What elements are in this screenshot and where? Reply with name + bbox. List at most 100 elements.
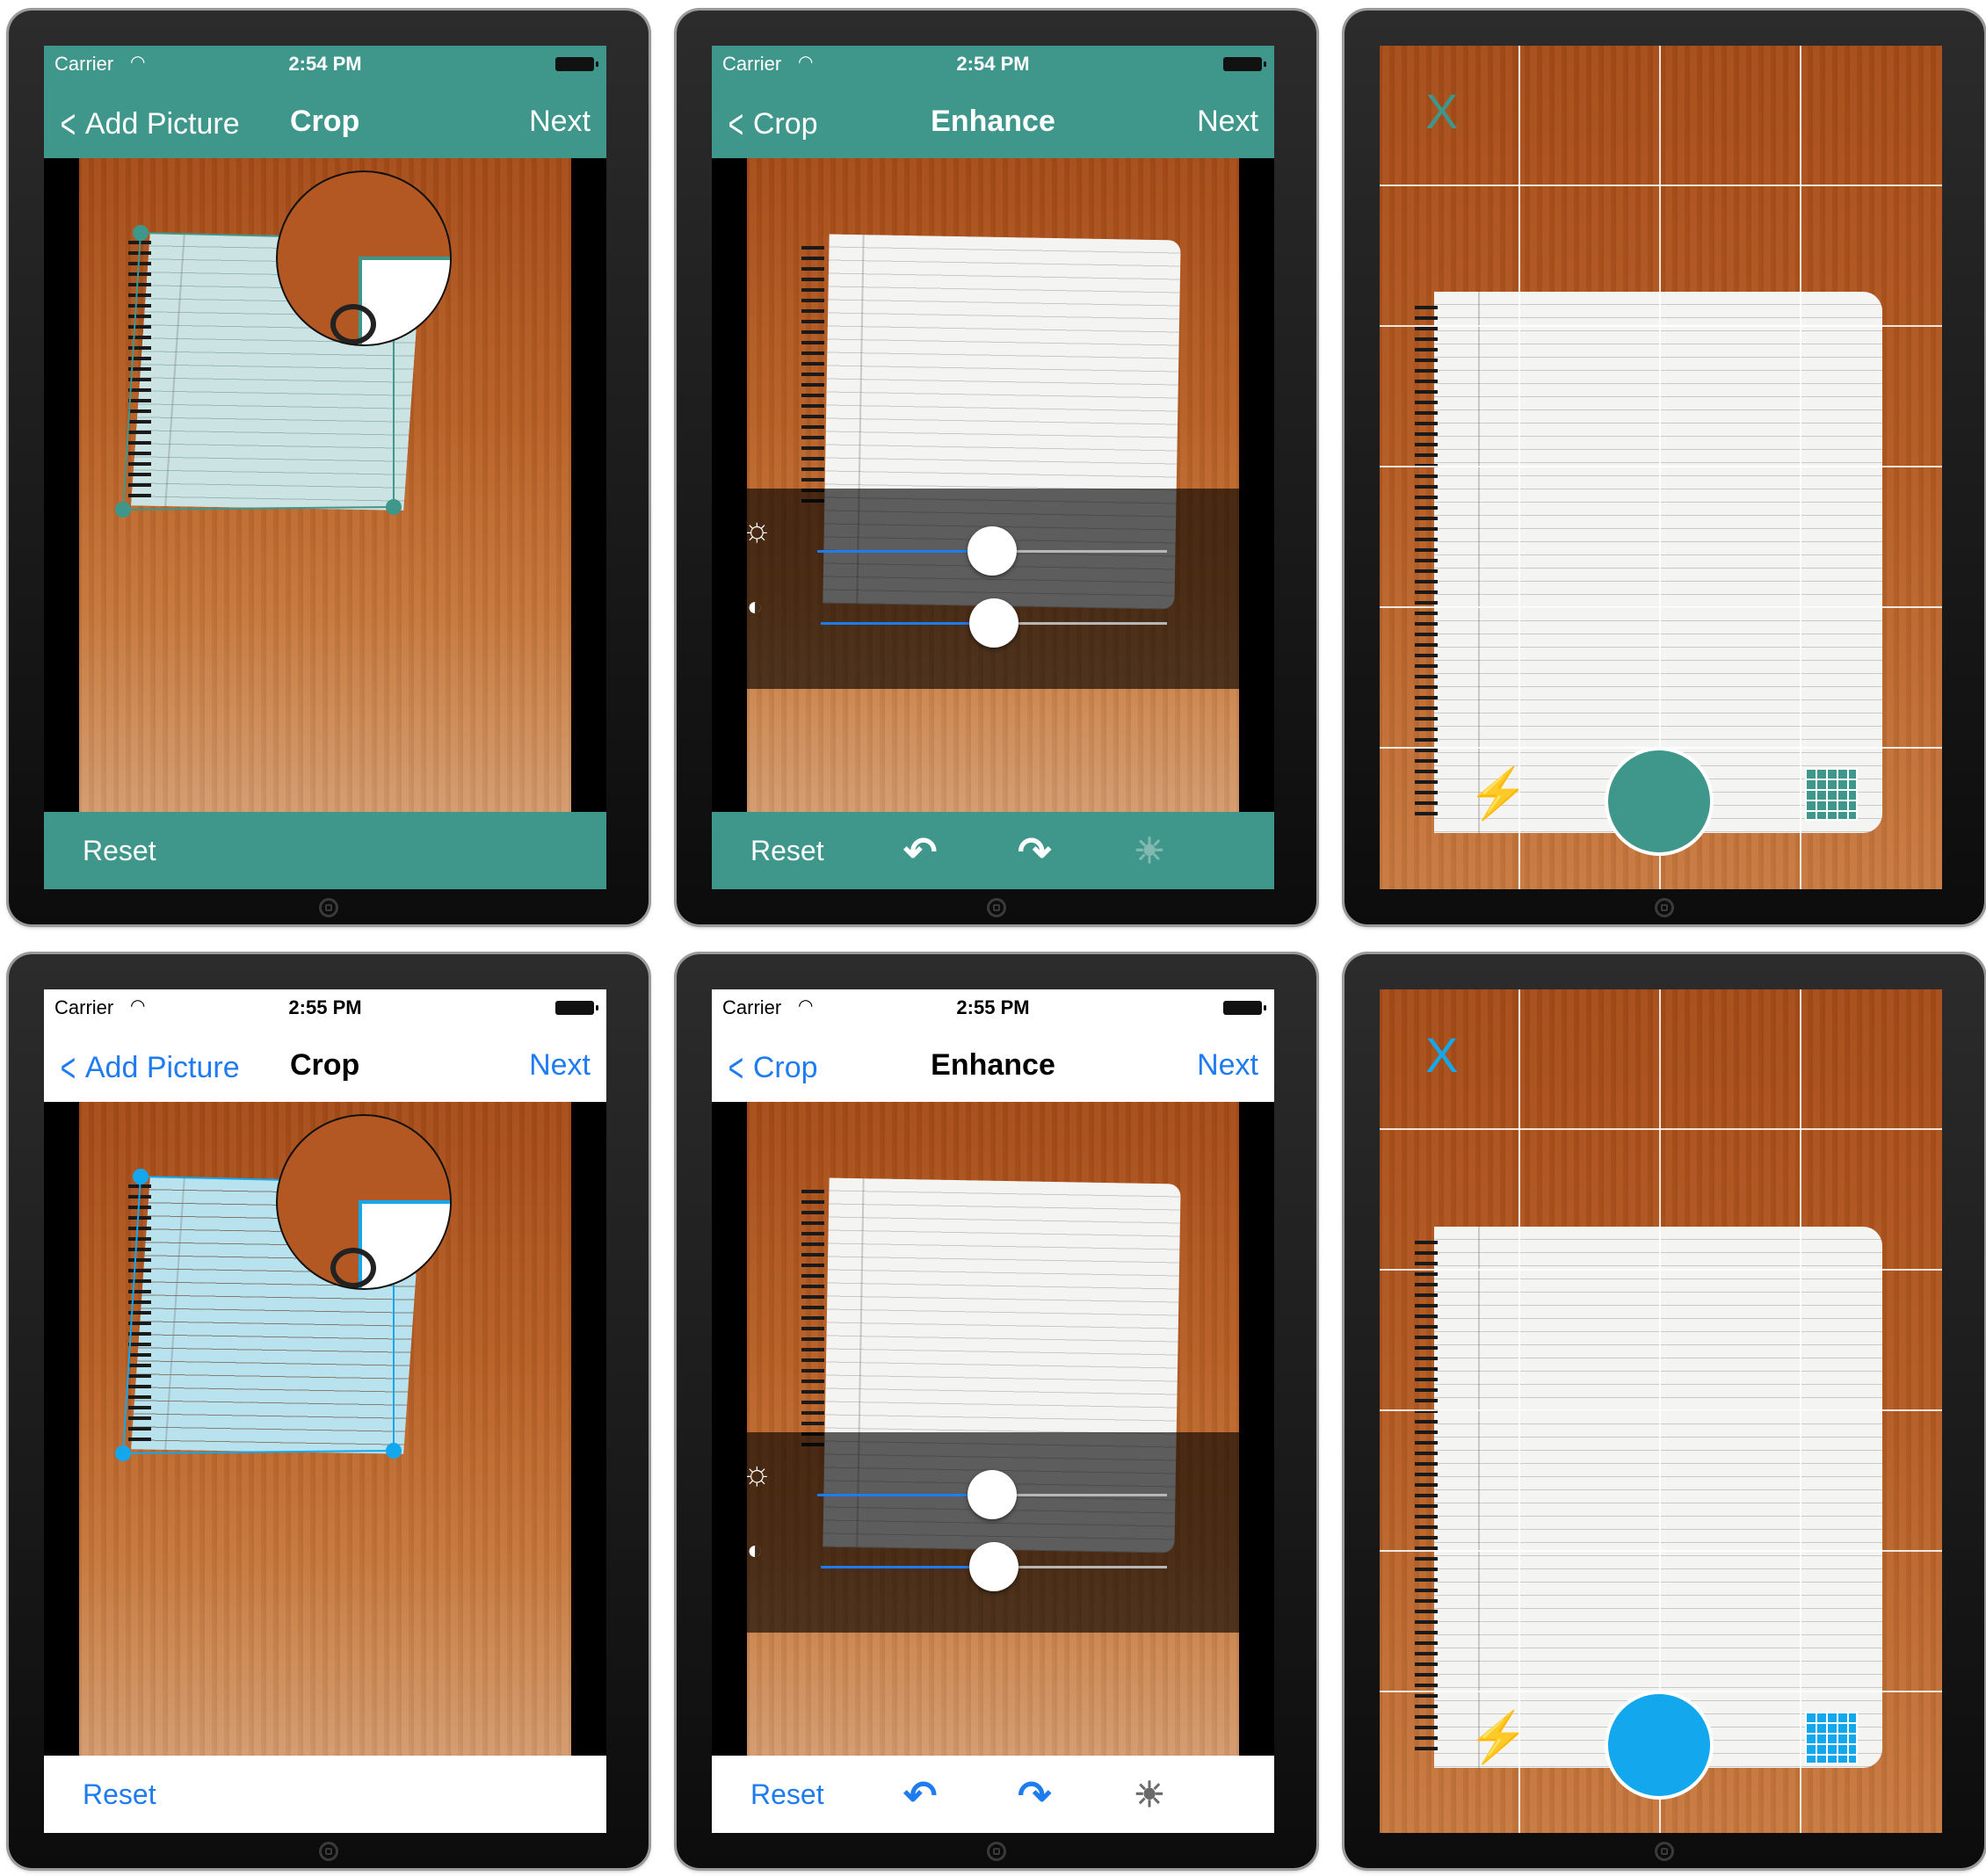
grid-icon[interactable] bbox=[1805, 768, 1858, 821]
navigation-bar: < Add Picture Crop Next bbox=[44, 1025, 606, 1102]
reset-button[interactable]: Reset bbox=[750, 1778, 824, 1811]
status-bar: Carrier ◠ 2:55 PM bbox=[44, 989, 606, 1025]
device-enhance-teal: Carrier ◠ 2:54 PM < Crop Enhance Next ☼ bbox=[677, 11, 1316, 924]
bottom-toolbar: Reset ↶ ↷ ☀ bbox=[712, 812, 1274, 889]
contrast-icon: ◐ bbox=[747, 1536, 764, 1565]
shutter-icon[interactable] bbox=[1605, 747, 1714, 856]
reset-button[interactable]: Reset bbox=[83, 1778, 156, 1811]
rotate-right-icon[interactable]: ↷ bbox=[1018, 1771, 1052, 1819]
flash-icon[interactable]: ⚡ bbox=[1468, 764, 1529, 822]
brightness-slider[interactable] bbox=[817, 1470, 1167, 1519]
home-button[interactable] bbox=[1655, 1842, 1674, 1861]
close-icon[interactable]: X bbox=[1425, 1026, 1458, 1083]
photo bbox=[79, 1102, 571, 1756]
adjustment-panel: ☼ ◐ bbox=[742, 1432, 1239, 1633]
camera-viewfinder: X ⚡ bbox=[1380, 46, 1942, 889]
contrast-slider-knob[interactable] bbox=[969, 1542, 1018, 1591]
crop-screen: Carrier ◠ 2:54 PM < Add Picture Crop Nex… bbox=[44, 46, 606, 889]
photo-area bbox=[44, 1102, 606, 1756]
auto-enhance-icon[interactable]: ☀ bbox=[1134, 1775, 1165, 1815]
contrast-slider[interactable] bbox=[821, 1542, 1167, 1591]
next-button[interactable]: Next bbox=[529, 105, 591, 139]
status-time: 2:55 PM bbox=[288, 996, 362, 1018]
back-chevron-icon: < bbox=[60, 101, 76, 147]
status-time: 2:55 PM bbox=[956, 996, 1030, 1018]
battery-icon bbox=[555, 1001, 598, 1015]
photo bbox=[747, 158, 1239, 812]
notebook-spiral bbox=[801, 246, 824, 510]
status-bar: Carrier ◠ 2:55 PM bbox=[712, 989, 1274, 1025]
magnifier-loupe bbox=[276, 1114, 452, 1290]
notebook-page bbox=[1434, 1227, 1882, 1768]
notebook-spiral bbox=[1415, 306, 1438, 815]
next-button[interactable]: Next bbox=[1197, 1048, 1258, 1083]
auto-enhance-icon[interactable]: ☀ bbox=[1134, 831, 1165, 872]
nav-title: Enhance bbox=[931, 105, 1055, 138]
home-button[interactable] bbox=[319, 1842, 338, 1861]
status-bar: Carrier ◠ 2:54 PM bbox=[44, 46, 606, 81]
contrast-icon: ◐ bbox=[747, 592, 764, 621]
back-button-label: Add Picture bbox=[84, 106, 240, 141]
battery-icon bbox=[555, 57, 598, 71]
battery-icon bbox=[1223, 57, 1266, 71]
nav-title: Enhance bbox=[931, 1048, 1055, 1082]
crop-handle-top-left[interactable] bbox=[133, 225, 149, 241]
navigation-bar: < Add Picture Crop Next bbox=[44, 81, 606, 158]
contrast-slider-knob[interactable] bbox=[969, 598, 1018, 648]
photo bbox=[747, 1102, 1239, 1756]
crop-handle-bottom-right[interactable] bbox=[386, 499, 402, 515]
back-chevron-icon: < bbox=[60, 1045, 76, 1090]
brightness-icon: ☼ bbox=[742, 1455, 772, 1492]
crop-screen: Carrier ◠ 2:55 PM < Add Picture Crop Nex… bbox=[44, 989, 606, 1833]
navigation-bar: < Crop Enhance Next bbox=[712, 81, 1274, 158]
reset-button[interactable]: Reset bbox=[750, 835, 824, 867]
home-button[interactable] bbox=[1655, 898, 1674, 917]
camera-viewfinder: X ⚡ bbox=[1380, 989, 1942, 1833]
device-crop-white: Carrier ◠ 2:55 PM < Add Picture Crop Nex… bbox=[9, 954, 649, 1868]
rotate-left-icon[interactable]: ↶ bbox=[903, 828, 938, 875]
back-button[interactable]: < Add Picture bbox=[56, 1044, 240, 1091]
device-camera-teal: X ⚡ bbox=[1345, 11, 1984, 924]
reset-button[interactable]: Reset bbox=[83, 835, 156, 867]
crop-handle-bottom-left[interactable] bbox=[115, 502, 131, 518]
home-button[interactable] bbox=[987, 1842, 1006, 1861]
crop-handle-top-left[interactable] bbox=[133, 1169, 149, 1184]
brightness-slider-knob[interactable] bbox=[968, 526, 1017, 576]
shutter-icon[interactable] bbox=[1605, 1691, 1714, 1800]
adjustment-panel: ☼ ◐ bbox=[742, 489, 1239, 689]
back-button-label: Add Picture bbox=[84, 1050, 240, 1084]
enhance-screen: Carrier ◠ 2:55 PM < Crop Enhance Next ☼ bbox=[712, 989, 1274, 1833]
device-crop-teal: Carrier ◠ 2:54 PM < Add Picture Crop Nex… bbox=[9, 11, 649, 924]
brightness-slider[interactable] bbox=[817, 526, 1167, 576]
device-camera-blue: X ⚡ bbox=[1345, 954, 1984, 1868]
photo-area: ☼ ◐ bbox=[712, 158, 1274, 812]
home-button[interactable] bbox=[319, 898, 338, 917]
brightness-slider-knob[interactable] bbox=[968, 1470, 1017, 1519]
notebook-spiral bbox=[801, 1190, 824, 1453]
battery-icon bbox=[1223, 1001, 1266, 1015]
next-button[interactable]: Next bbox=[529, 1048, 591, 1083]
photo-area bbox=[44, 158, 606, 812]
status-bar: Carrier ◠ 2:54 PM bbox=[712, 46, 1274, 81]
bottom-toolbar: Reset ↶ ↷ ☀ bbox=[712, 1756, 1274, 1833]
crop-handle-bottom-right[interactable] bbox=[386, 1443, 402, 1459]
close-icon[interactable]: X bbox=[1425, 83, 1458, 140]
home-button[interactable] bbox=[987, 898, 1006, 917]
notebook-spiral bbox=[1415, 1241, 1438, 1750]
back-button[interactable]: < Add Picture bbox=[56, 100, 240, 148]
device-enhance-white: Carrier ◠ 2:55 PM < Crop Enhance Next ☼ bbox=[677, 954, 1316, 1868]
crop-handle-bottom-left[interactable] bbox=[115, 1445, 131, 1461]
rotate-left-icon[interactable]: ↶ bbox=[903, 1771, 938, 1819]
flash-icon[interactable]: ⚡ bbox=[1468, 1708, 1529, 1766]
rotate-right-icon[interactable]: ↷ bbox=[1018, 828, 1052, 875]
status-time: 2:54 PM bbox=[288, 53, 362, 75]
navigation-bar: < Crop Enhance Next bbox=[712, 1025, 1274, 1102]
photo bbox=[79, 158, 571, 812]
nav-title: Crop bbox=[290, 1048, 360, 1082]
magnifier-loupe bbox=[276, 170, 452, 346]
grid-icon[interactable] bbox=[1805, 1712, 1858, 1764]
contrast-slider[interactable] bbox=[821, 598, 1167, 648]
enhance-screen: Carrier ◠ 2:54 PM < Crop Enhance Next ☼ bbox=[712, 46, 1274, 889]
next-button[interactable]: Next bbox=[1197, 105, 1258, 139]
photo-area: ☼ ◐ bbox=[712, 1102, 1274, 1756]
